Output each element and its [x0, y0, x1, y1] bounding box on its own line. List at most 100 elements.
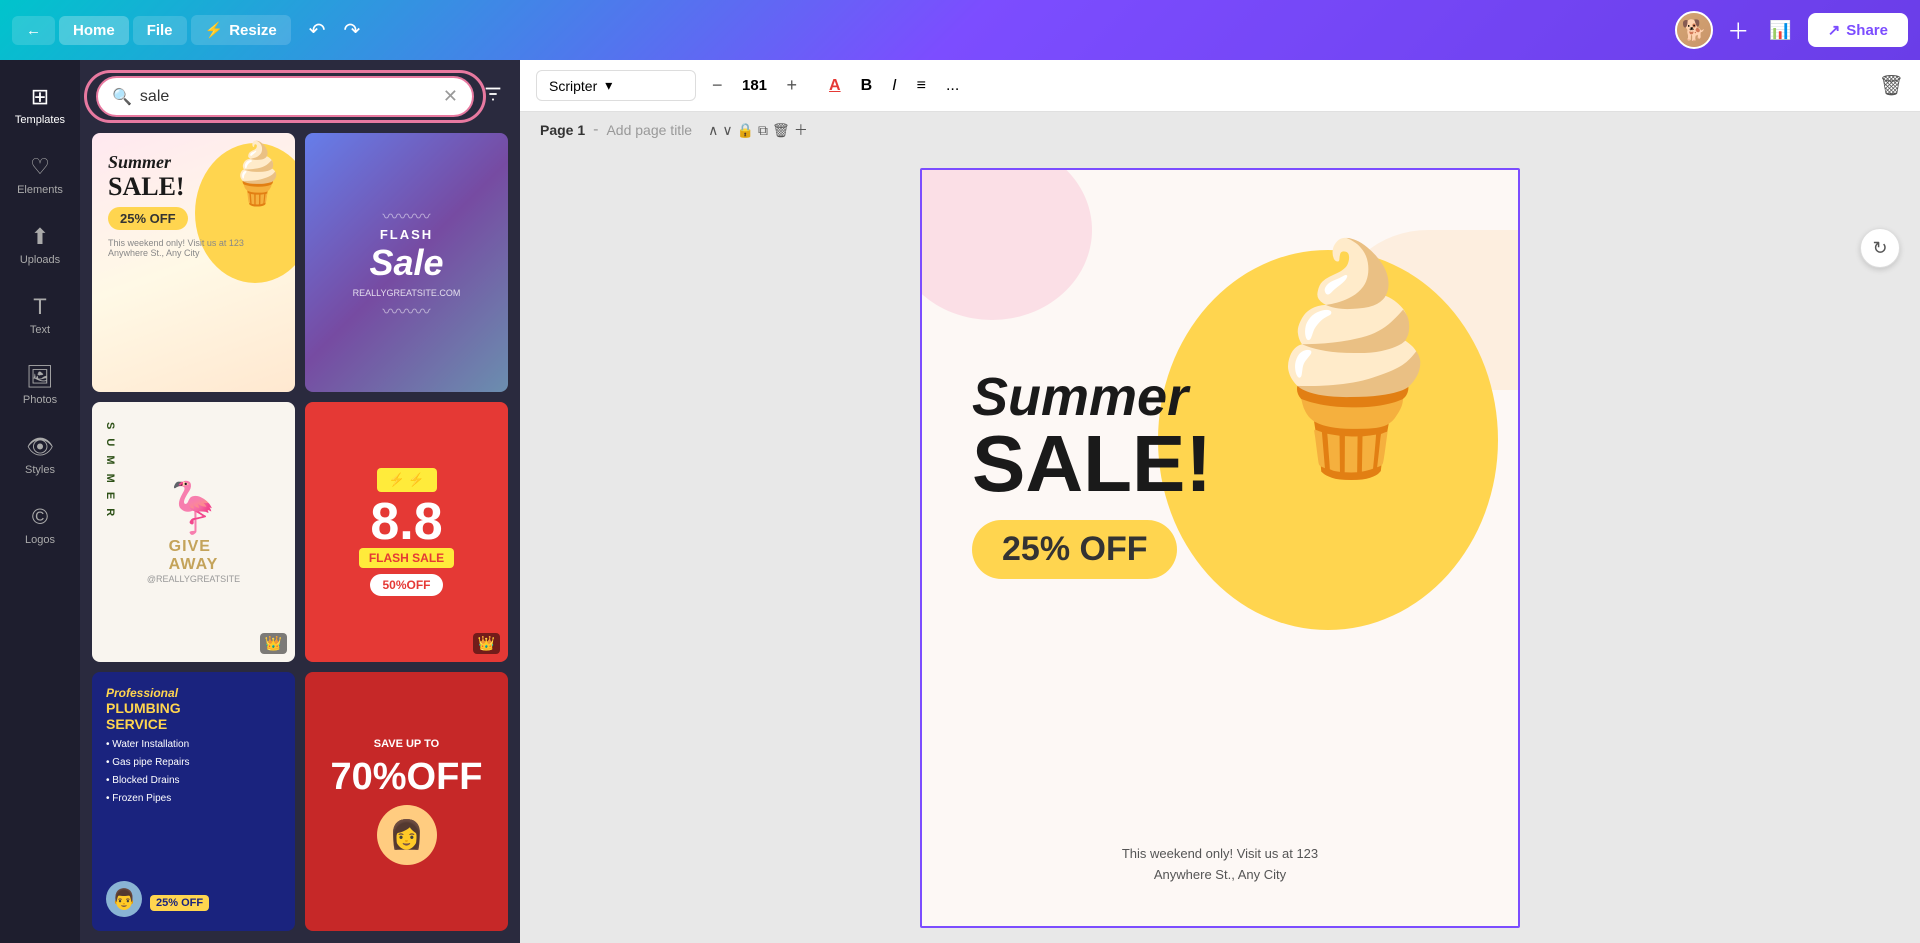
- font-selector[interactable]: Scripter ▾: [536, 70, 696, 101]
- flamingo-icon: 🦩: [162, 479, 224, 538]
- text-controls: A B I ≡ ...: [821, 71, 967, 101]
- chart-button[interactable]: 📊: [1763, 14, 1797, 47]
- refresh-button[interactable]: ↻: [1860, 228, 1900, 268]
- template-card-giveaway[interactable]: S U M M E R 🦩 GIVEAWAY @REALLYGREATSITE …: [92, 402, 295, 661]
- font-size-control: − 181 +: [704, 71, 805, 100]
- pink-blob-decoration: [920, 168, 1092, 320]
- search-icon: 🔍: [112, 87, 132, 107]
- sidebar: ⊞ Templates ♡ Elements ⬆ Uploads T Text …: [0, 60, 80, 943]
- align-button[interactable]: ≡: [909, 71, 934, 101]
- sidebar-item-label-uploads: Uploads: [20, 254, 60, 266]
- logos-icon: ©: [32, 504, 48, 530]
- share-icon: ↗: [1828, 21, 1841, 39]
- page-add-button[interactable]: ＋: [794, 120, 808, 140]
- search-input[interactable]: [140, 88, 435, 106]
- add-page-title[interactable]: Add page title: [606, 122, 692, 138]
- filter-button[interactable]: [482, 83, 504, 111]
- sidebar-item-label-text: Text: [30, 324, 50, 336]
- search-input-wrap: 🔍 ✕: [96, 76, 474, 117]
- giveaway-text: GIVEAWAY: [169, 538, 219, 574]
- undo-button[interactable]: ↶: [303, 12, 332, 49]
- seventy-off-text: 70%OFF: [330, 756, 482, 799]
- main-area: Scripter ▾ − 181 + A B I ≡ ... 🗑 Page 1 …: [520, 60, 1920, 943]
- sidebar-item-text[interactable]: T Text: [0, 280, 80, 350]
- resize-icon: ⚡: [205, 21, 224, 39]
- template-card-plumbing[interactable]: Professional PLUMBINGSERVICE • Water Ins…: [92, 672, 295, 931]
- home-label: Home: [73, 22, 115, 39]
- back-button[interactable]: ←: [12, 16, 55, 45]
- plumbing-footer: 👨 25% OFF: [106, 881, 281, 917]
- canvas-area[interactable]: 🍦 Summer SALE! 25% OFF This weekend only…: [520, 148, 1920, 943]
- page-label: Page 1: [540, 122, 585, 138]
- page-nav-up[interactable]: ∧: [708, 122, 718, 139]
- home-button[interactable]: Home: [59, 16, 129, 45]
- text-icon: T: [33, 294, 46, 320]
- person-circle: 👩: [377, 805, 437, 865]
- sale-word: SALE!: [108, 173, 185, 202]
- flash-label: FLASH: [380, 227, 433, 242]
- plumbing-discount: 25% OFF: [150, 895, 209, 911]
- sidebar-item-styles[interactable]: 👁 Styles: [0, 420, 80, 490]
- clear-search-button[interactable]: ✕: [443, 86, 458, 107]
- file-button[interactable]: File: [133, 16, 187, 45]
- increase-font-size-button[interactable]: +: [779, 71, 806, 100]
- italic-button[interactable]: I: [884, 71, 904, 101]
- template-card-70off[interactable]: SAVE UP TO 70%OFF 👩: [305, 672, 508, 931]
- back-icon: ←: [26, 22, 41, 39]
- footer-line-1: This weekend only! Visit us at 123: [1122, 846, 1318, 861]
- header-left: ← Home File ⚡ Resize ↶ ↷: [12, 12, 1667, 49]
- bold-button[interactable]: B: [853, 71, 881, 101]
- flash-sale-big-text: Sale: [369, 242, 443, 284]
- share-button[interactable]: ↗ Share: [1808, 13, 1908, 47]
- sidebar-item-templates[interactable]: ⊞ Templates: [0, 70, 80, 140]
- template-card-summer-sale[interactable]: 🍦 Summer SALE! 25% OFF This weekend only…: [92, 133, 295, 392]
- fifty-off-badge: 50%OFF: [370, 574, 442, 596]
- summer-word: Summer: [108, 153, 185, 173]
- toolbar-secondary: Scripter ▾ − 181 + A B I ≡ ... 🗑: [520, 60, 1920, 112]
- redo-button[interactable]: ↷: [338, 12, 367, 49]
- plumbing-title: Professional: [106, 686, 281, 700]
- undo-redo-group: ↶ ↷: [303, 12, 367, 49]
- document-text-area: Summer SALE! 25% OFF: [972, 370, 1212, 579]
- elements-icon: ♡: [30, 154, 50, 180]
- ice-cream-large: 🍦: [1214, 230, 1488, 488]
- plumbing-list: • Water Installation • Gas pipe Repairs …: [106, 736, 281, 808]
- template-card-flash-sale[interactable]: 〰〰〰 FLASH Sale REALLYGREATSITE.COM 〰〰〰: [305, 133, 508, 392]
- giveaway-summer-text: S U M M E R: [104, 422, 116, 519]
- page-nav-down[interactable]: ∨: [722, 122, 732, 139]
- sidebar-item-logos[interactable]: © Logos: [0, 490, 80, 560]
- delete-button[interactable]: 🗑: [1879, 73, 1904, 98]
- save-up-text: SAVE UP TO: [374, 738, 439, 750]
- avatar[interactable]: 🐕: [1675, 11, 1713, 49]
- more-options-button[interactable]: ...: [938, 71, 967, 101]
- doc-discount-text: 25% OFF: [972, 520, 1177, 579]
- document-footer: This weekend only! Visit us at 123 Anywh…: [922, 844, 1518, 886]
- sidebar-item-label-styles: Styles: [25, 464, 55, 476]
- flash-sale-badge: FLASH SALE: [359, 548, 454, 568]
- resize-button[interactable]: ⚡ Resize: [191, 15, 291, 45]
- small-text: This weekend only! Visit us at 123Anywhe…: [108, 238, 244, 258]
- photos-icon: 🖼: [26, 364, 54, 390]
- wavy-bottom: 〰〰〰: [382, 298, 430, 322]
- sidebar-item-photos[interactable]: 🖼 Photos: [0, 350, 80, 420]
- templates-icon: ⊞: [31, 84, 49, 110]
- sidebar-item-uploads[interactable]: ⬆ Uploads: [0, 210, 80, 280]
- dropdown-arrow: ▾: [605, 77, 612, 94]
- resize-label: Resize: [229, 22, 277, 39]
- decrease-font-size-button[interactable]: −: [704, 71, 731, 100]
- sidebar-item-label-templates: Templates: [15, 114, 65, 126]
- add-button[interactable]: ＋: [1723, 10, 1753, 50]
- sidebar-item-elements[interactable]: ♡ Elements: [0, 140, 80, 210]
- page-lock-button[interactable]: 🔒: [737, 122, 754, 139]
- text-color-button[interactable]: A: [821, 71, 849, 101]
- crown-badge-giveaway: 👑: [260, 633, 287, 654]
- page-duplicate-button[interactable]: ⧉: [758, 122, 768, 139]
- flash-sale-site: REALLYGREATSITE.COM: [353, 288, 461, 298]
- flash-88-number: 8.8: [370, 496, 442, 548]
- page-delete-button[interactable]: 🗑: [772, 122, 790, 139]
- template-card-88-flash[interactable]: ⚡ ⚡ 8.8 FLASH SALE 50%OFF 👑: [305, 402, 508, 661]
- uploads-icon: ⬆: [31, 224, 49, 250]
- crown-badge-88: 👑: [473, 633, 500, 654]
- templates-grid: 🍦 Summer SALE! 25% OFF This weekend only…: [80, 133, 520, 943]
- canvas-document: 🍦 Summer SALE! 25% OFF This weekend only…: [920, 168, 1520, 928]
